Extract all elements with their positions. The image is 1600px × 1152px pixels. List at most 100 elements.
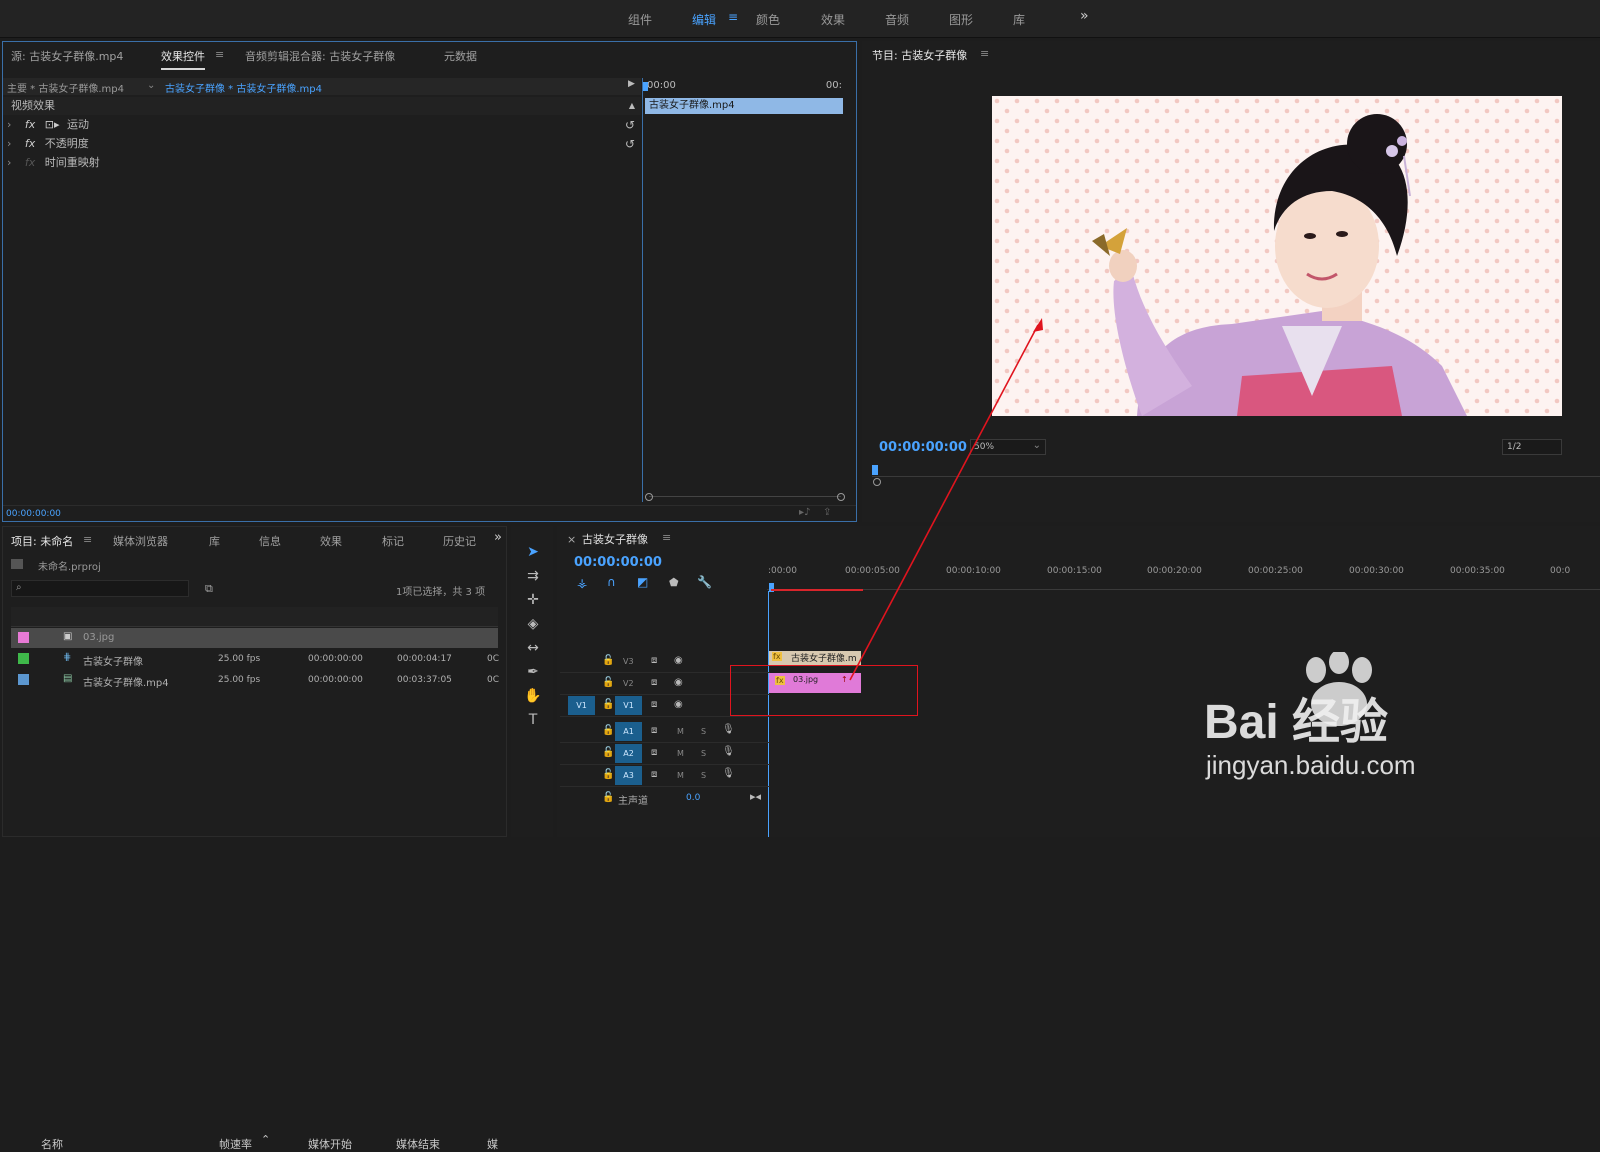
solo-button[interactable]: S [701, 749, 706, 758]
tab-info[interactable]: 信息 [259, 533, 281, 549]
program-timecode[interactable]: 00:00:00:00 [879, 440, 967, 455]
panel-menu-icon[interactable]: ≡ [215, 48, 224, 61]
lock-icon[interactable]: 🔓 [602, 725, 614, 736]
track-header-a2[interactable]: 🔓 A2 ⧈ M S 🎙 [560, 743, 770, 765]
program-scrub-bar[interactable] [872, 465, 1600, 477]
col-name[interactable]: 名称 [41, 1136, 63, 1152]
lock-icon[interactable]: 🔓 [602, 655, 614, 666]
tab-history[interactable]: 历史记 [443, 533, 476, 549]
work-area-bar[interactable] [771, 589, 863, 591]
effect-row-motion[interactable]: › fx ⊡▸ 运动 ↺ [7, 116, 641, 134]
expand-arrow-icon[interactable]: › [7, 118, 11, 131]
video-frame[interactable] [992, 96, 1562, 416]
microphone-icon[interactable]: 🎙 [722, 768, 735, 779]
col-media-end[interactable]: 媒体结束 [396, 1136, 440, 1152]
reset-icon[interactable]: ↺ [625, 116, 635, 134]
workspace-tab-assembly[interactable]: 组件 [628, 11, 652, 28]
linked-selection-icon[interactable]: ◩ [637, 575, 648, 589]
eye-icon[interactable]: ◉ [674, 677, 683, 688]
panel-menu-icon[interactable]: ≡ [980, 47, 989, 60]
project-row-03jpg[interactable]: ▣ 03.jpg [11, 628, 498, 648]
more-tabs-button[interactable]: » [494, 530, 502, 545]
track-header-a3[interactable]: 🔓 A3 ⧈ M S 🎙 [560, 765, 770, 787]
mini-timeline-scrollbar[interactable] [645, 493, 845, 501]
eye-icon[interactable]: ◉ [674, 655, 683, 666]
program-monitor-title[interactable]: 节目: 古装女子群像 [872, 47, 967, 63]
mute-button[interactable]: M [677, 727, 684, 736]
go-to-end-icon[interactable]: ▸◂ [750, 790, 761, 803]
sort-asc-icon[interactable]: ⌃ [261, 1133, 270, 1146]
close-icon[interactable]: × [567, 533, 576, 546]
fx-icon[interactable]: fx [25, 118, 35, 131]
lock-icon[interactable]: 🔓 [602, 699, 614, 710]
label-color-swatch[interactable] [18, 674, 29, 685]
sync-lock-icon[interactable]: ⧈ [651, 747, 657, 758]
lock-icon[interactable]: 🔓 [602, 792, 614, 803]
track-header-master[interactable]: 🔓 主声道 0.0 ▸◂ [560, 788, 770, 810]
col-media-more[interactable]: 媒 [487, 1136, 498, 1152]
mute-button[interactable]: M [677, 749, 684, 758]
selection-tool-icon[interactable]: ➤ [523, 542, 543, 562]
project-search-input[interactable]: ⌕ [11, 580, 189, 597]
tab-effects[interactable]: 效果 [320, 533, 342, 549]
snap-icon[interactable]: ∩ [607, 575, 616, 589]
workspace-tab-audio[interactable]: 音频 [885, 11, 909, 28]
scroll-handle-left[interactable] [645, 493, 653, 501]
razor-tool-icon[interactable]: ◈ [523, 614, 543, 634]
track-header-a1[interactable]: 🔓 A1 ⧈ M S 🎙 [560, 721, 770, 743]
tab-effect-controls[interactable]: 效果控件 [161, 48, 205, 70]
mini-timeline-clip[interactable]: 古装女子群像.mp4 [645, 98, 843, 114]
mini-playhead[interactable] [643, 82, 648, 91]
reset-icon[interactable]: ↺ [625, 135, 635, 153]
pen-tool-icon[interactable]: ✒ [523, 662, 543, 682]
workspace-tab-editing[interactable]: 编辑 [692, 11, 716, 28]
slip-tool-icon[interactable]: ↔ [523, 638, 543, 658]
source-patch-v1[interactable]: V1 [568, 696, 595, 715]
hand-tool-icon[interactable]: ✋ [523, 686, 543, 706]
col-media-start[interactable]: 媒体开始 [308, 1136, 352, 1152]
workspace-tab-effects[interactable]: 效果 [821, 11, 845, 28]
resolution-select[interactable]: 1/2 [1502, 439, 1562, 455]
tab-media-browser[interactable]: 媒体浏览器 [113, 533, 168, 549]
eye-icon[interactable]: ◉ [674, 699, 683, 710]
effect-row-opacity[interactable]: › fx 不透明度 ↺ [7, 135, 641, 153]
export-icon[interactable]: ⇪ [823, 507, 831, 518]
track-target-a3[interactable]: A3 [615, 766, 642, 785]
transform-icon[interactable]: ⊡▸ [45, 118, 60, 131]
zoom-select[interactable]: 50% ⌄ [970, 439, 1046, 455]
sequence-tab-title[interactable]: 古装女子群像 [582, 531, 648, 547]
effect-controls-timecode[interactable]: 00:00:00:00 [6, 509, 61, 519]
filter-icon[interactable]: ▸♪ [799, 507, 810, 518]
sync-lock-icon[interactable]: ⧈ [651, 677, 657, 688]
microphone-icon[interactable]: 🎙 [722, 724, 735, 735]
track-select-tool-icon[interactable]: ⇉ [523, 566, 543, 586]
mute-button[interactable]: M [677, 771, 684, 780]
scroll-handle-right[interactable] [837, 493, 845, 501]
project-row-mp4[interactable]: ▤ 古装女子群像.mp4 25.00 fps 00:00:00:00 00:03… [11, 670, 499, 690]
tab-project[interactable]: 项目: 未命名 [11, 533, 73, 549]
tab-audio-clip-mixer[interactable]: 音频剪辑混合器: 古装女子群像 [245, 48, 395, 64]
lock-icon[interactable]: 🔓 [602, 747, 614, 758]
col-fps[interactable]: 帧速率 [219, 1136, 252, 1152]
scrub-handle[interactable] [873, 478, 881, 486]
tab-source[interactable]: 源: 古装女子群像.mp4 [11, 48, 123, 64]
microphone-icon[interactable]: 🎙 [722, 746, 735, 757]
clip-sequence-v3[interactable]: fx 古装女子群像.m [769, 651, 861, 665]
track-target-a2[interactable]: A2 [615, 744, 642, 763]
ripple-edit-tool-icon[interactable]: ✛ [523, 590, 543, 610]
program-playhead[interactable] [872, 465, 878, 475]
panel-menu-icon[interactable]: ≡ [83, 533, 92, 546]
sync-lock-icon[interactable]: ⧈ [651, 655, 657, 666]
panel-menu-icon[interactable]: ≡ [662, 531, 671, 544]
lock-icon[interactable]: 🔓 [602, 677, 614, 688]
add-marker-icon[interactable]: ⬟ [669, 576, 679, 589]
nest-icon[interactable]: ⚶ [577, 576, 587, 590]
timeline-timecode[interactable]: 00:00:00:00 [574, 555, 662, 570]
sequence-clip-label[interactable]: 古装女子群像 * 古装女子群像.mp4 [165, 80, 322, 95]
effect-mini-timeline[interactable]: 00:00 00: 古装女子群像.mp4 [642, 78, 843, 502]
master-clip-label[interactable]: 主要 * 古装女子群像.mp4 [7, 80, 124, 95]
sync-lock-icon[interactable]: ⧈ [651, 769, 657, 780]
expand-arrow-icon[interactable]: › [7, 137, 11, 150]
track-target-a1[interactable]: A1 [615, 722, 642, 741]
label-color-swatch[interactable] [18, 653, 29, 664]
